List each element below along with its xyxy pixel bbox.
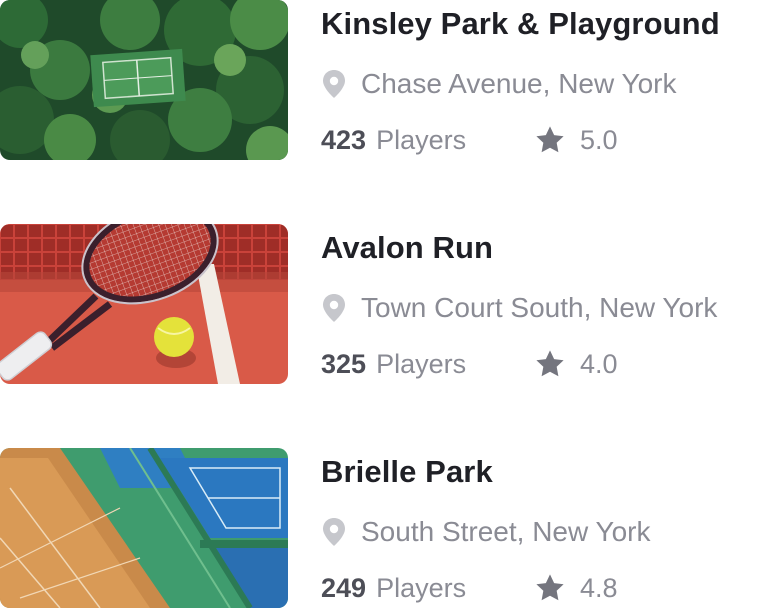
location-pin-icon	[323, 294, 345, 322]
location-text: South Street, New York	[361, 516, 651, 547]
players-count: 423	[321, 124, 367, 155]
rating: 5.0	[534, 122, 618, 158]
court-thumbnail[interactable]	[0, 448, 288, 608]
location-pin-icon	[323, 70, 345, 98]
court-location: Town Court South, New York	[321, 290, 717, 326]
court-thumbnail[interactable]	[0, 224, 288, 384]
players-count: 325	[321, 348, 367, 379]
aerial-courts-image	[0, 448, 288, 608]
players-label: Players	[376, 572, 467, 603]
court-thumbnail[interactable]	[0, 0, 288, 160]
court-name[interactable]: Kinsley Park & Playground	[321, 6, 720, 42]
tennis-racket-image	[0, 224, 288, 384]
players-count: 249	[321, 572, 367, 603]
location-text: Town Court South, New York	[361, 292, 718, 323]
court-card[interactable]: Brielle Park South Street, New York 249 …	[0, 448, 768, 608]
rating-value: 4.0	[580, 348, 618, 379]
location-text: Chase Avenue, New York	[361, 68, 677, 99]
star-icon	[536, 574, 564, 601]
rating-value: 4.8	[580, 572, 618, 603]
players-stat: 249 Players	[321, 570, 466, 606]
players-label: Players	[376, 348, 467, 379]
court-card[interactable]: Avalon Run Town Court South, New York 32…	[0, 224, 768, 384]
court-name[interactable]: Brielle Park	[321, 454, 493, 490]
star-icon	[536, 350, 564, 377]
rating: 4.8	[534, 570, 618, 606]
players-stat: 325 Players	[321, 346, 466, 382]
court-name[interactable]: Avalon Run	[321, 230, 493, 266]
star-icon	[536, 126, 564, 153]
aerial-park-image	[0, 0, 288, 160]
court-card[interactable]: Kinsley Park & Playground Chase Avenue, …	[0, 0, 768, 160]
court-location: Chase Avenue, New York	[321, 66, 676, 102]
location-pin-icon	[323, 518, 345, 546]
players-label: Players	[376, 124, 467, 155]
rating: 4.0	[534, 346, 618, 382]
court-location: South Street, New York	[321, 514, 651, 550]
court-list: Kinsley Park & Playground Chase Avenue, …	[0, 0, 768, 608]
players-stat: 423 Players	[321, 122, 466, 158]
rating-value: 5.0	[580, 124, 618, 155]
